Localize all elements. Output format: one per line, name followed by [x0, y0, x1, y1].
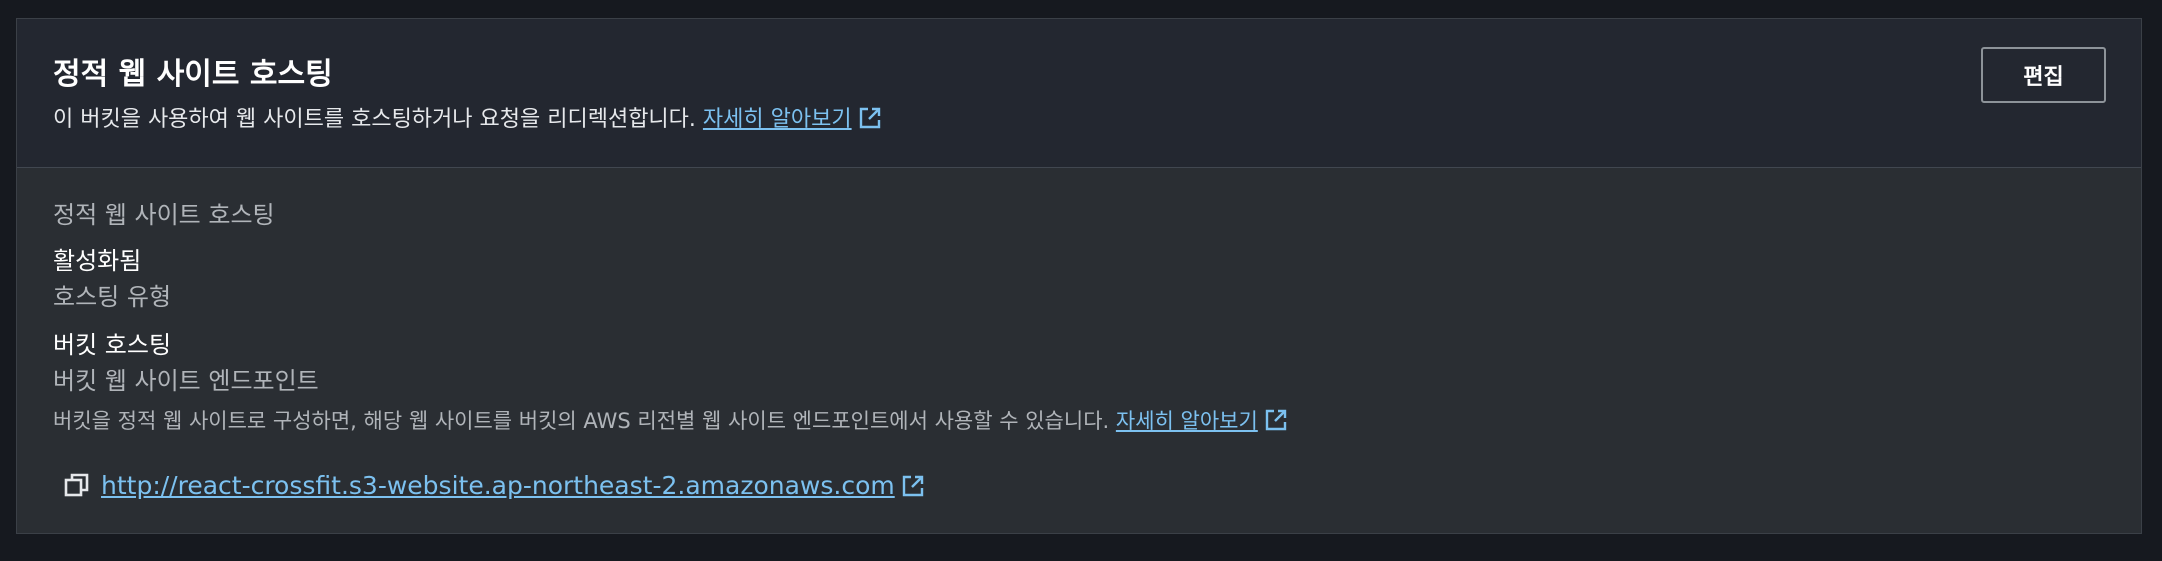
panel-description: 이 버킷을 사용하여 웹 사이트를 호스팅하거나 요청을 리디렉션합니다. 자세…: [53, 101, 882, 133]
endpoint-url-row: http://react-crossfit.s3-website.ap-nort…: [63, 471, 925, 500]
panel-header: 정적 웹 사이트 호스팅 이 버킷을 사용하여 웹 사이트를 호스팅하거나 요청…: [17, 19, 2141, 168]
endpoint-description: 버킷을 정적 웹 사이트로 구성하면, 해당 웹 사이트를 버킷의 AWS 리전…: [53, 405, 1288, 435]
endpoint-url: http://react-crossfit.s3-website.ap-nort…: [101, 471, 895, 500]
learn-more-link[interactable]: 자세히 알아보기: [703, 107, 882, 132]
endpoint-url-link[interactable]: http://react-crossfit.s3-website.ap-nort…: [101, 471, 925, 500]
external-link-icon: [902, 475, 923, 497]
hosting-type-value: 버킷 호스팅: [53, 331, 172, 359]
status-value: 활성화됨: [53, 247, 142, 275]
copy-icon[interactable]: [63, 471, 91, 499]
external-link-icon: [859, 107, 880, 129]
hosting-type-label: 호스팅 유형: [53, 283, 172, 311]
external-link-icon: [1265, 409, 1286, 431]
static-website-hosting-panel: 정적 웹 사이트 호스팅 이 버킷을 사용하여 웹 사이트를 호스팅하거나 요청…: [16, 18, 2142, 534]
endpoint-learn-more-label: 자세히 알아보기: [1115, 409, 1258, 433]
section-label: 정적 웹 사이트 호스팅: [53, 201, 275, 229]
description-text: 이 버킷을 사용하여 웹 사이트를 호스팅하거나 요청을 리디렉션합니다.: [53, 107, 696, 132]
endpoint-label: 버킷 웹 사이트 엔드포인트: [53, 367, 319, 395]
edit-button[interactable]: 편집: [1981, 47, 2106, 103]
endpoint-learn-more-link[interactable]: 자세히 알아보기: [1116, 409, 1288, 433]
panel-title: 정적 웹 사이트 호스팅: [53, 57, 333, 92]
learn-more-label: 자세히 알아보기: [702, 107, 852, 132]
endpoint-description-text: 버킷을 정적 웹 사이트로 구성하면, 해당 웹 사이트를 버킷의 AWS 리전…: [53, 409, 1110, 433]
